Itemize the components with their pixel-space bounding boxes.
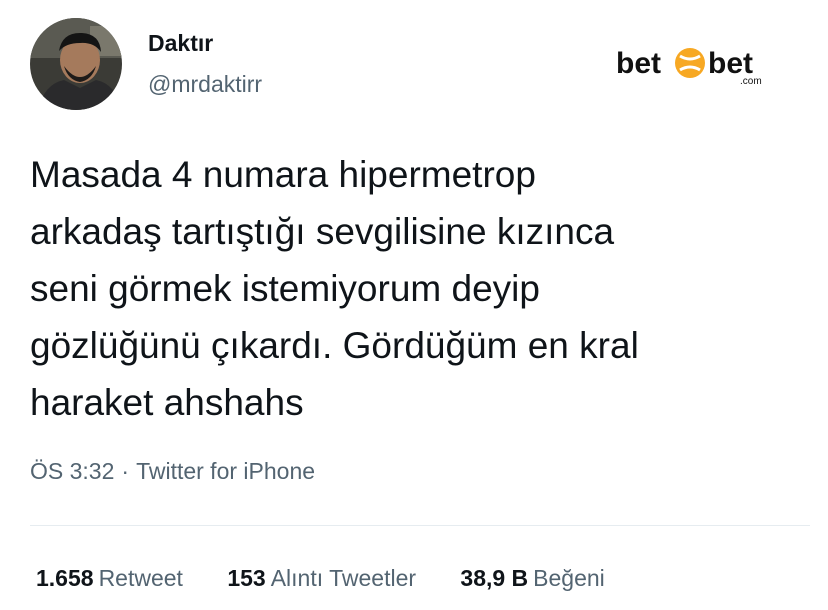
- user-avatar-photo-icon: [30, 18, 122, 110]
- tweet-text: Masada 4 numara hipermetrop arkadaş tart…: [30, 146, 815, 431]
- stat-label: Alıntı Tweetler: [270, 565, 417, 591]
- stat-count: 38,9 B: [460, 565, 529, 591]
- tweet-source-link[interactable]: Twitter for iPhone: [136, 458, 315, 484]
- quote-tweets-link[interactable]: 153 Alıntı Tweetler: [227, 565, 416, 592]
- tweet-text-line: arkadaş tartıştığı sevgilisine kızınca: [30, 211, 615, 252]
- brand-logo-text-part1: bet: [616, 47, 661, 80]
- tweet-text-line: haraket ahshahs: [30, 382, 304, 423]
- stat-label: Retweet: [98, 565, 183, 591]
- stat-label: Beğeni: [533, 565, 605, 591]
- stat-count: 153: [227, 565, 266, 591]
- tweet-meta: ÖS 3:32 · Twitter for iPhone: [30, 458, 315, 485]
- meta-separator: ·: [121, 458, 130, 484]
- engagement-stats: 1.658 Retweet 153 Alıntı Tweetler 38,9 B Be…: [36, 565, 643, 592]
- tweet-text-line: Masada 4 numara hipermetrop: [30, 154, 536, 195]
- tweet-timestamp[interactable]: ÖS 3:32: [30, 458, 114, 484]
- brand-logo-suffix: .com: [740, 76, 762, 87]
- brand-logo: bet bet .com: [612, 40, 777, 90]
- display-name[interactable]: Daktır: [148, 30, 213, 57]
- avatar[interactable]: [30, 18, 122, 110]
- user-handle[interactable]: @mrdaktirr: [148, 71, 262, 98]
- retweet-count-link[interactable]: 1.658 Retweet: [36, 565, 183, 592]
- divider: [30, 525, 810, 526]
- tweet-text-line: seni görmek istemiyorum deyip: [30, 268, 540, 309]
- stat-count: 1.658: [36, 565, 94, 591]
- likes-link[interactable]: 38,9 B Beğeni: [460, 565, 604, 592]
- orange-ball-icon: [675, 48, 705, 78]
- tweet-text-line: gözlüğünü çıkardı. Gördüğüm en kral: [30, 325, 639, 366]
